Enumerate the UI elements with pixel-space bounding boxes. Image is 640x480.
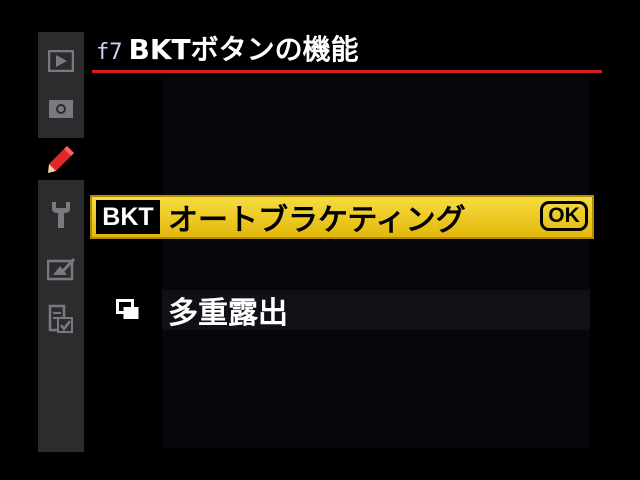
page-title: f7 BKTボタンの機能 (96, 28, 359, 68)
sidebar-item-my-menu[interactable] (38, 298, 84, 340)
wrench-icon (52, 202, 70, 228)
option-icon-box: BKT (94, 199, 162, 235)
bkt-icon: BKT (96, 200, 160, 234)
my-menu-icon (48, 304, 73, 333)
options-panel (162, 78, 590, 448)
menu-code: f7 (96, 40, 123, 65)
sidebar-item-custom-settings[interactable] (38, 138, 84, 180)
ok-button-icon: OK (540, 201, 588, 231)
camera-menu-screen: f7 BKTボタンの機能 BKT オートブラケティング OK 多重露出 (0, 0, 640, 480)
pencil-icon (48, 146, 74, 173)
multiple-exposure-icon (116, 299, 139, 319)
option-multiple-exposure[interactable]: 多重露出 (92, 290, 592, 331)
retouch-icon (47, 257, 75, 281)
option-auto-bracketing[interactable]: BKT オートブラケティング OK (90, 195, 594, 239)
sidebar-item-setup[interactable] (38, 194, 84, 236)
option-label: オートブラケティング (168, 203, 466, 238)
menu-sidebar (38, 32, 84, 452)
playback-icon (48, 50, 74, 72)
option-label: 多重露出 (168, 296, 288, 331)
sidebar-item-playback[interactable] (38, 40, 84, 82)
menu-title: BKTボタンの機能 (128, 33, 359, 66)
sidebar-item-retouch[interactable] (38, 248, 84, 290)
camera-icon (49, 100, 73, 118)
sidebar-item-shooting[interactable] (38, 88, 84, 130)
option-icon-box (94, 292, 162, 328)
title-underline (92, 70, 602, 73)
